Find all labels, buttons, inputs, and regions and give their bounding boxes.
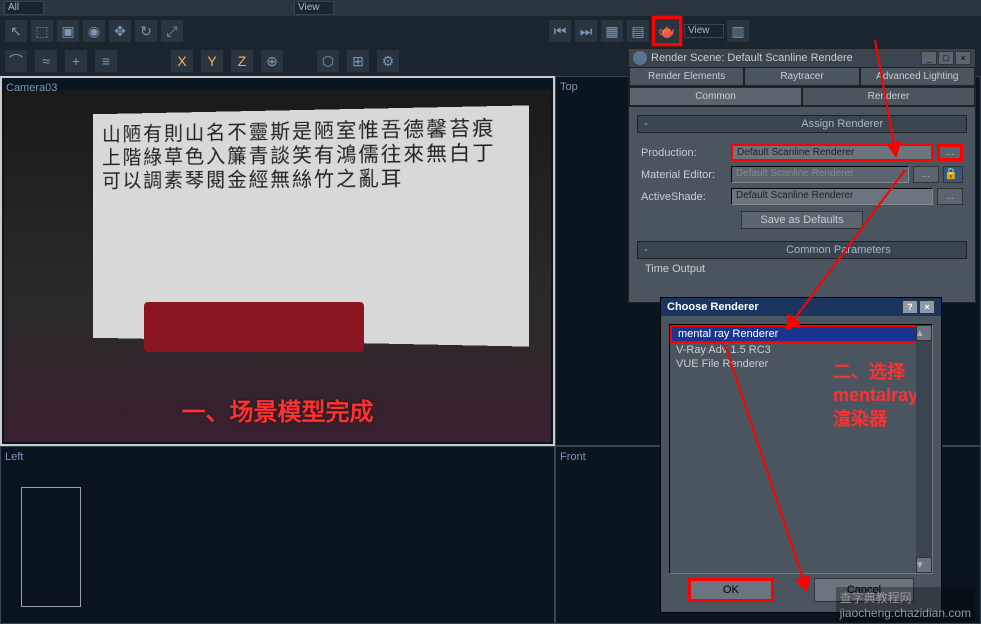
xyz-icon[interactable]: ⊕ <box>260 49 284 73</box>
dialog-tabs-row1: Render Elements Raytracer Advanced Light… <box>629 67 975 87</box>
renderer-list[interactable]: mental ray Renderer V-Ray Adv 1.5 RC3 VU… <box>669 324 933 574</box>
viewport-label-left: Left <box>5 451 23 463</box>
renderer-item-vray[interactable]: V-Ray Adv 1.5 RC3 <box>670 343 932 357</box>
arrow-icon[interactable]: ↖ <box>4 19 28 43</box>
render-preview: 山陋有則山名不靈斯是陋室惟吾德馨苔痕上階綠草色入簾青談笑有鴻儒往來無白丁可以調素… <box>4 90 551 442</box>
viewport-label-front: Front <box>560 451 586 463</box>
help-button[interactable]: ? <box>902 300 918 314</box>
activeshade-input[interactable]: Default Scanline Renderer <box>731 188 933 205</box>
production-label: Production: <box>641 147 731 159</box>
dialog-tabs-row2: Common Renderer <box>629 87 975 107</box>
tool-c-icon[interactable]: ▥ <box>726 19 750 43</box>
x-axis-icon[interactable]: X <box>170 49 194 73</box>
arc-icon[interactable]: ⌒ <box>4 49 28 73</box>
close-button[interactable]: × <box>955 51 971 65</box>
annotation-step-2: 二、选择 mentalray 渲染器 <box>833 361 918 431</box>
filter-dropdown[interactable]: All <box>4 1 44 15</box>
link-icon[interactable]: ≈ <box>34 49 58 73</box>
move-icon[interactable]: ✥ <box>108 19 132 43</box>
sofa-model <box>144 302 364 352</box>
circle-select-icon[interactable]: ◉ <box>82 19 106 43</box>
activeshade-browse-button[interactable]: ... <box>937 188 963 205</box>
assign-renderer-header[interactable]: - Assign Renderer <box>637 115 967 133</box>
layer-icon[interactable]: ≡ <box>94 49 118 73</box>
toolbar-row-1: All View <box>0 0 981 16</box>
tool-b-icon[interactable]: ▤ <box>626 19 650 43</box>
grid-icon[interactable]: ⊞ <box>346 49 370 73</box>
dialog-titlebar[interactable]: Render Scene: Default Scanline Rendere _… <box>629 49 975 67</box>
snap-icon[interactable]: ⬡ <box>316 49 340 73</box>
common-params-header[interactable]: - Common Parameters <box>637 241 967 259</box>
choose-titlebar[interactable]: Choose Renderer ? × <box>661 298 941 316</box>
view-dropdown[interactable]: View <box>294 1 334 15</box>
dialog-title-text: Render Scene: Default Scanline Rendere <box>651 52 853 64</box>
tab-advanced-lighting[interactable]: Advanced Lighting <box>860 67 975 86</box>
material-editor-browse-button[interactable]: ... <box>913 166 939 183</box>
material-editor-input: Default Scanline Renderer <box>731 166 909 183</box>
tab-render-elements[interactable]: Render Elements <box>629 67 744 86</box>
maximize-button[interactable]: □ <box>938 51 954 65</box>
ok-button[interactable]: OK <box>688 578 774 602</box>
choose-title-text: Choose Renderer <box>667 301 759 313</box>
watermark: 查字典教程网 jiaocheng.chazidian.com <box>836 587 975 622</box>
annotation-step-1: 一、场景模型完成 <box>182 392 374 427</box>
renderer-item-mentalray[interactable]: mental ray Renderer <box>670 325 932 343</box>
z-axis-icon[interactable]: Z <box>230 49 254 73</box>
production-browse-button[interactable]: ... <box>937 144 963 161</box>
tab-raytracer[interactable]: Raytracer <box>744 67 859 86</box>
rotate-icon[interactable]: ↻ <box>134 19 158 43</box>
production-input[interactable]: Default Scanline Renderer <box>731 144 933 161</box>
scale-icon[interactable]: ⤢ <box>160 19 184 43</box>
prev-icon[interactable]: ⏮ <box>548 19 572 43</box>
view-dropdown-2[interactable]: View <box>684 24 724 38</box>
next-icon[interactable]: ⏭ <box>574 19 598 43</box>
lock-button[interactable]: 🔒 <box>943 166 963 183</box>
wireframe-object <box>21 487 81 607</box>
camera-viewport[interactable]: Camera03 山陋有則山名不靈斯是陋室惟吾德馨苔痕上階綠草色入簾青談笑有鴻儒… <box>0 76 555 446</box>
y-axis-icon[interactable]: Y <box>200 49 224 73</box>
render-button[interactable]: 🫖 <box>652 16 682 46</box>
viewport-label-top: Top <box>560 81 578 93</box>
left-viewport[interactable]: Left <box>0 446 555 624</box>
save-defaults-button[interactable]: Save as Defaults <box>741 211 862 229</box>
marquee-icon[interactable]: ▣ <box>56 19 80 43</box>
scroll-up-button[interactable]: ▴ <box>916 325 932 341</box>
choose-close-button[interactable]: × <box>919 300 935 314</box>
viewport-label-camera: Camera03 <box>6 82 57 94</box>
dialog-body: - Assign Renderer Production: Default Sc… <box>629 107 975 287</box>
plus-icon[interactable]: + <box>64 49 88 73</box>
scroll-down-button[interactable]: ▾ <box>916 557 932 573</box>
tab-common[interactable]: Common <box>629 87 802 106</box>
time-output-label: Time Output <box>637 259 967 279</box>
main-toolbar: ↖ ⬚ ▣ ◉ ✥ ↻ ⤢ ⏮ ⏭ ▦ ▤ 🫖 View ▥ <box>0 16 981 46</box>
dialog-icon <box>633 51 647 65</box>
render-scene-dialog: Render Scene: Default Scanline Rendere _… <box>628 48 976 303</box>
select-icon[interactable]: ⬚ <box>30 19 54 43</box>
config-icon[interactable]: ⚙ <box>376 49 400 73</box>
material-editor-label: Material Editor: <box>641 169 731 181</box>
tab-renderer[interactable]: Renderer <box>802 87 975 106</box>
minimize-button[interactable]: _ <box>921 51 937 65</box>
list-scrollbar[interactable]: ▴ ▾ <box>916 325 932 573</box>
activeshade-label: ActiveShade: <box>641 191 731 203</box>
choose-renderer-dialog: Choose Renderer ? × mental ray Renderer … <box>660 297 942 613</box>
tool-a-icon[interactable]: ▦ <box>600 19 624 43</box>
